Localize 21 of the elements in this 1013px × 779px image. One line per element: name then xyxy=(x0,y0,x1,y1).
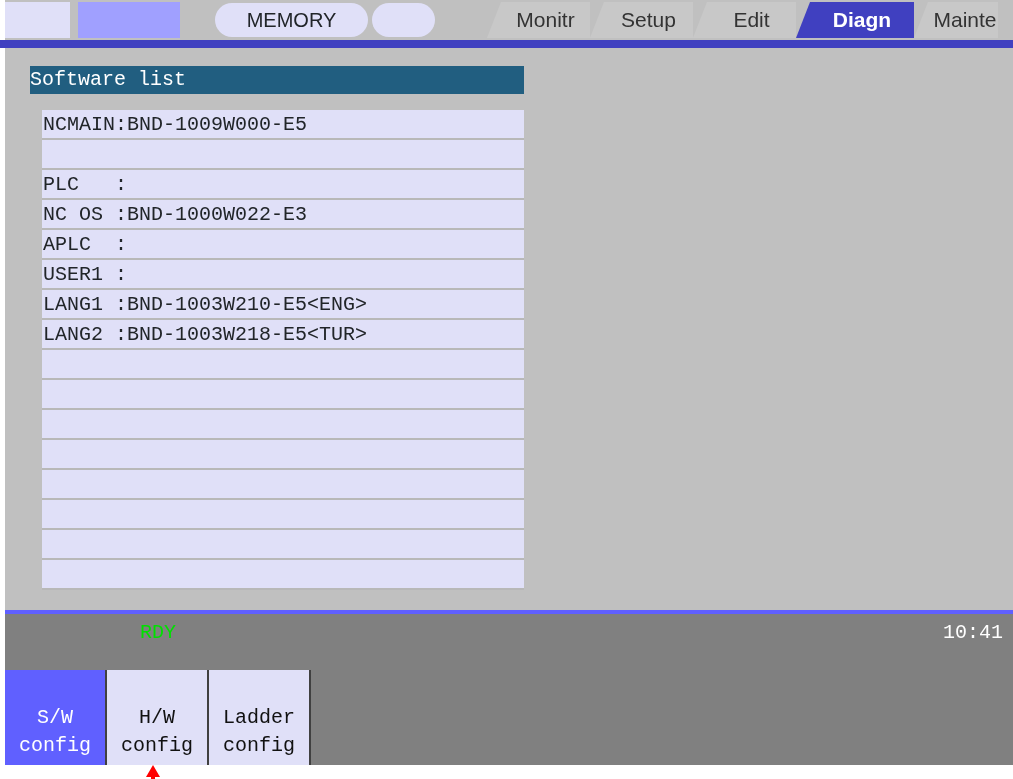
list-row: PLC : xyxy=(42,170,524,200)
list-row: LANG1 :BND-1003W210-E5<ENG> xyxy=(42,290,524,320)
mode-indicator: MEMORY xyxy=(215,3,368,37)
tab[interactable]: Diagn xyxy=(796,2,914,38)
panel-title: Software list xyxy=(30,66,524,94)
softkey-button[interactable]: H/W config xyxy=(107,670,209,765)
tab[interactable]: Mainte xyxy=(914,2,998,38)
softkey-button[interactable]: S/W config xyxy=(5,670,107,765)
tab[interactable]: Monitr xyxy=(487,2,590,38)
softkey-button[interactable]: Ladder config xyxy=(209,670,311,765)
list-row: NCMAIN:BND-1009W000-E5 xyxy=(42,110,524,140)
list-row: APLC : xyxy=(42,230,524,260)
status-indicator xyxy=(372,3,435,37)
tab[interactable]: Setup xyxy=(590,2,693,38)
tab[interactable]: Edit xyxy=(693,2,796,38)
list-row: LANG2 :BND-1003W218-E5<TUR> xyxy=(42,320,524,350)
status-text: RDY xyxy=(140,620,176,646)
list-row: NC OS :BND-1000W022-E3 xyxy=(42,200,524,230)
clock-text: 10:41 xyxy=(943,620,1003,646)
list-row: USER1 : xyxy=(42,260,524,290)
status-block xyxy=(5,2,70,38)
